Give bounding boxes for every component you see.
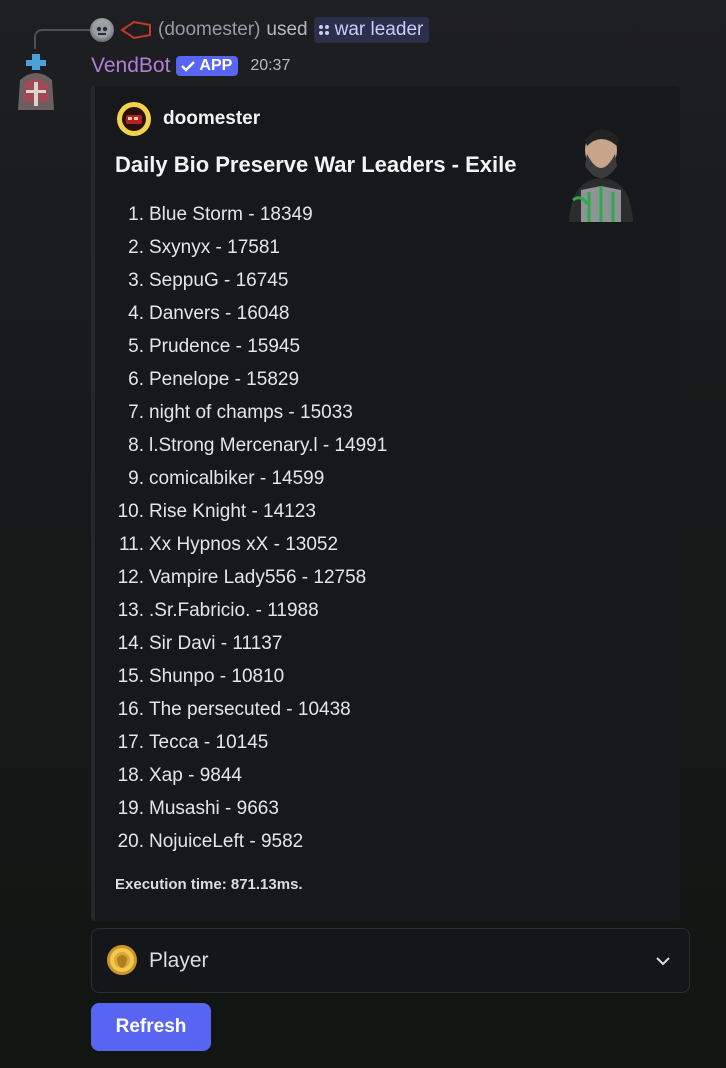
leaderboard-entry: Shunpo - 10810 [149,665,285,687]
reply-context[interactable]: (doomester) used war leader [90,16,430,44]
leaderboard-rank: 18. [117,764,144,786]
armored-knight-avatar[interactable] [14,52,58,112]
leaderboard-entry: night of champs - 15033 [149,401,353,423]
refresh-button[interactable]: Refresh [91,1003,211,1051]
player-select[interactable]: Player [91,928,690,993]
leaderboard-row: 15. Shunpo - 10810 [95,660,387,693]
reply-username[interactable]: (doomester) [158,19,260,41]
command-name: war leader [334,19,424,40]
leaderboard-rank: 9. [128,467,144,489]
leaderboard-row: 11. Xx Hypnos xX - 13052 [95,528,387,561]
leaderboard-entry: Xx Hypnos xX - 13052 [149,533,339,555]
leaderboard-row: 1. Blue Storm - 18349 [95,198,387,231]
leaderboard-entry: NojuiceLeft - 9582 [149,830,304,852]
leaderboard-row: 6. Penelope - 15829 [95,363,387,396]
leaderboard-rank: 17. [117,731,144,753]
leaderboard-rank: 20. [117,830,144,852]
leaderboard-row: 13. .Sr.Fabricio. - 11988 [95,594,387,627]
leaderboard-rank: 7. [128,401,144,423]
reply-verb: used [266,19,308,40]
leaderboard-rank: 13. [117,599,144,621]
leaderboard-entry: Musashi - 9663 [149,797,279,819]
leaderboard-entry: Penelope - 15829 [149,368,300,390]
leaderboard-entry: Sir Davi - 11137 [149,632,283,654]
app-command-icon [318,25,329,35]
leaderboard-list: 1. Blue Storm - 18349 2. Sxynyx - 17581 3. Se… [95,198,388,858]
leaderboard-entry: SeppuG - 16745 [149,269,289,291]
leaderboard-rank: 5. [128,335,144,357]
leaderboard-entry: Danvers - 16048 [149,302,290,324]
leaderboard-row: 9. comicalbiker - 14599 [95,462,387,495]
bearded-warrior-thumbnail[interactable] [561,120,641,222]
select-placeholder: Player [149,948,209,972]
embed-author-name[interactable]: doomester [163,108,260,130]
leaderboard-entry: comicalbiker - 14599 [149,467,325,489]
leaderboard-rank: 4. [128,302,144,324]
leaderboard-rank: 15. [117,665,144,687]
chevron-down-icon [656,957,670,966]
leaderboard-row: 10. Rise Knight - 14123 [95,495,387,528]
gold-lion-coin-icon [107,945,137,975]
leaderboard-row: 3. SeppuG - 16745 [95,264,387,297]
leaderboard-entry: Prudence - 15945 [149,335,301,357]
leaderboard-rank: 6. [128,368,144,390]
leaderboard-rank: 16. [117,698,144,720]
leaderboard-rank: 12. [117,566,144,588]
red-bus-icon [117,102,151,136]
leaderboard-entry: Tecca - 10145 [149,731,269,753]
embed-title: Daily Bio Preserve War Leaders - Exile [115,152,517,177]
leaderboard-entry: l.Strong Mercenary.l - 14991 [149,434,388,456]
leaderboard-rank: 2. [128,236,144,258]
leaderboard-row: 4. Danvers - 16048 [95,297,387,330]
leaderboard-rank: 8. [128,434,144,456]
mask-avatar-icon [90,18,114,42]
leaderboard-row: 20. NojuiceLeft - 9582 [95,825,387,858]
leaderboard-row: 18. Xap - 9844 [95,759,387,792]
app-badge-label: APP [199,57,233,74]
leaderboard-row: 8. l.Strong Mercenary.l - 14991 [95,429,387,462]
red-arrow-tag-icon [120,20,151,40]
verified-check-icon [181,61,196,72]
leaderboard-row: 19. Musashi - 9663 [95,792,387,825]
leaderboard-entry: Rise Knight - 14123 [149,500,316,522]
leaderboard-entry: .Sr.Fabricio. - 11988 [149,599,319,621]
leaderboard-row: 5. Prudence - 15945 [95,330,387,363]
message-header: VendBot APP 20:37 [91,54,290,78]
leaderboard-rank: 10. [117,500,144,522]
leaderboard-row: 17. Tecca - 10145 [95,726,387,759]
leaderboard-rank: 11. [118,533,144,555]
leaderboard-entry: Blue Storm - 18349 [149,203,313,225]
leaderboard-entry: Sxynyx - 17581 [149,236,280,258]
leaderboard-row: 12. Vampire Lady556 - 12758 [95,561,387,594]
leaderboard-row: 7. night of champs - 15033 [95,396,387,429]
command-chip[interactable]: war leader [313,17,430,43]
leaderboard-rank: 3. [128,269,144,291]
bot-username[interactable]: VendBot [91,54,170,78]
leaderboard-rank: 14. [117,632,144,654]
leaderboard-rank: 19. [117,797,144,819]
leaderboard-entry: Vampire Lady556 - 12758 [149,566,367,588]
leaderboard-entry: The persecuted - 10438 [149,698,351,720]
leaderboard-rank: 1. [128,203,144,225]
app-badge: APP [176,56,239,76]
leaderboard-embed: doomester Daily Bio Preserve War Leaders… [91,86,680,921]
leaderboard-entry: Xap - 9844 [149,764,242,786]
reply-connector-line [34,29,90,49]
message-timestamp[interactable]: 20:37 [250,57,290,75]
leaderboard-row: 2. Sxynyx - 17581 [95,231,387,264]
leaderboard-row: 16. The persecuted - 10438 [95,693,387,726]
embed-author: doomester [117,102,260,136]
execution-time: Execution time: 871.13ms. [115,876,303,893]
leaderboard-row: 14. Sir Davi - 11137 [95,627,387,660]
